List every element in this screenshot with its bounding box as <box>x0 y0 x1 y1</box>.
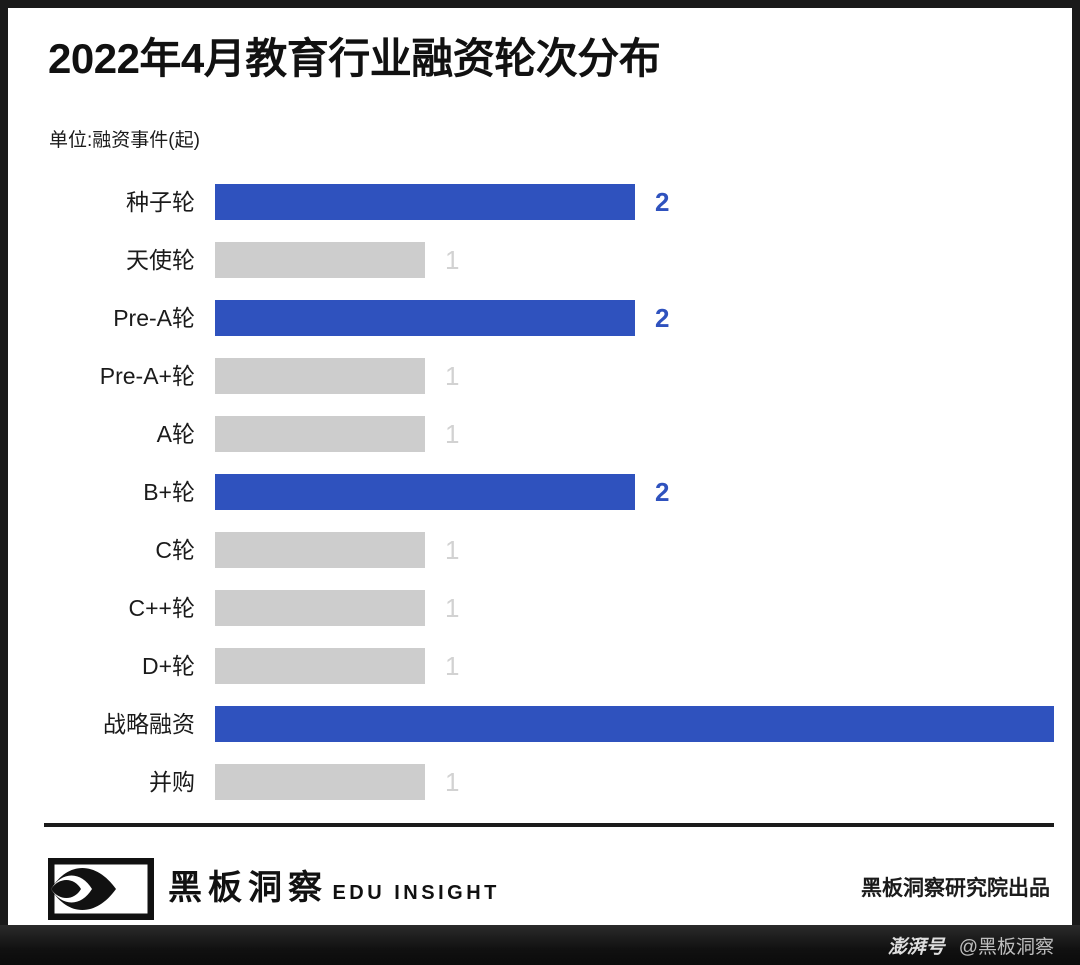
bar-value-label: 1 <box>445 767 460 797</box>
bar <box>215 706 1054 742</box>
bar <box>215 648 425 684</box>
bar-track: 2 <box>215 463 1072 521</box>
category-label: C轮 <box>155 537 195 563</box>
bar <box>215 764 425 800</box>
chart-row: 种子轮 2 <box>8 173 1072 231</box>
brand-name-en: EDU INSIGHT <box>332 882 500 905</box>
bar-track: 2 <box>215 289 1072 347</box>
brand-logo: 黑板洞察 EDU INSIGHT <box>47 857 500 921</box>
chart-row: C轮 1 <box>8 521 1072 579</box>
footer-divider <box>44 823 1054 827</box>
bar <box>215 416 425 452</box>
category-label: Pre-A轮 <box>113 305 195 331</box>
bar-value-label: 1 <box>445 593 460 623</box>
publisher-credit: 黑板洞察研究院出品 <box>861 877 1050 900</box>
chart-card: 2022年4月教育行业融资轮次分布 单位:融资事件(起) 种子轮 2 天使轮 1 Pre… <box>8 8 1072 925</box>
bar-value-label: 1 <box>445 361 460 391</box>
category-label: 天使轮 <box>126 247 195 273</box>
chart-row: B+轮 2 <box>8 463 1072 521</box>
category-label: D+轮 <box>141 653 195 679</box>
category-label: B+轮 <box>143 479 195 505</box>
bar <box>215 532 425 568</box>
bar-track: 4 <box>215 695 1072 753</box>
chart-row: A轮 1 <box>8 405 1072 463</box>
watermark-handle: @黑板洞察 <box>958 936 1054 958</box>
bar-track: 1 <box>215 521 1072 579</box>
bar-value-label: 1 <box>445 535 460 565</box>
bar-track: 1 <box>215 347 1072 405</box>
bar <box>215 590 425 626</box>
chart-row: Pre-A+轮 1 <box>8 347 1072 405</box>
bar-value-label: 1 <box>445 651 460 681</box>
category-label: A轮 <box>156 421 195 447</box>
bar-track: 1 <box>215 405 1072 463</box>
bar-track: 1 <box>215 753 1072 811</box>
chart-row: 战略融资 4 <box>8 695 1072 753</box>
chart-row: 天使轮 1 <box>8 231 1072 289</box>
brand-logo-text: 黑板洞察 EDU INSIGHT <box>168 869 500 908</box>
watermark-brand: 澎湃号 <box>887 936 945 958</box>
bar-track: 1 <box>215 231 1072 289</box>
bar <box>215 300 635 336</box>
bar-value-label: 1 <box>445 419 460 449</box>
category-label: 战略融资 <box>103 711 195 737</box>
brand-name-cn: 黑板洞察 <box>168 869 328 908</box>
bar <box>215 184 635 220</box>
bar <box>215 474 635 510</box>
bar-chart: 种子轮 2 天使轮 1 Pre-A轮 2 Pre-A+轮 1 A轮 1 B+轮 2 C轮 1 C++轮 1 D+… <box>8 173 1072 813</box>
chart-row: 并购 1 <box>8 753 1072 811</box>
bar-value-label: 2 <box>655 477 670 507</box>
page-title: 2022年4月教育行业融资轮次分布 <box>48 35 661 82</box>
bar-track: 1 <box>215 579 1072 637</box>
bar-value-label: 2 <box>655 303 670 333</box>
watermark-bar: 澎湃号 @黑板洞察 <box>0 925 1080 965</box>
eye-logo-icon <box>47 857 155 921</box>
category-label: Pre-A+轮 <box>99 363 195 389</box>
bar-track: 2 <box>215 173 1072 231</box>
category-label: 并购 <box>149 769 195 795</box>
bar-value-label: 1 <box>445 245 460 275</box>
bar <box>215 358 425 394</box>
chart-row: C++轮 1 <box>8 579 1072 637</box>
chart-unit-subtitle: 单位:融资事件(起) <box>49 130 200 151</box>
category-label: 种子轮 <box>126 189 195 215</box>
bar <box>215 242 425 278</box>
chart-row: D+轮 1 <box>8 637 1072 695</box>
bar-track: 1 <box>215 637 1072 695</box>
infographic-root: 2022年4月教育行业融资轮次分布 单位:融资事件(起) 种子轮 2 天使轮 1 Pre… <box>0 0 1080 965</box>
category-label: C++轮 <box>128 595 195 621</box>
chart-row: Pre-A轮 2 <box>8 289 1072 347</box>
footer: 黑板洞察 EDU INSIGHT 黑板洞察研究院出品 <box>8 832 1072 925</box>
bar-value-label: 2 <box>655 187 670 217</box>
